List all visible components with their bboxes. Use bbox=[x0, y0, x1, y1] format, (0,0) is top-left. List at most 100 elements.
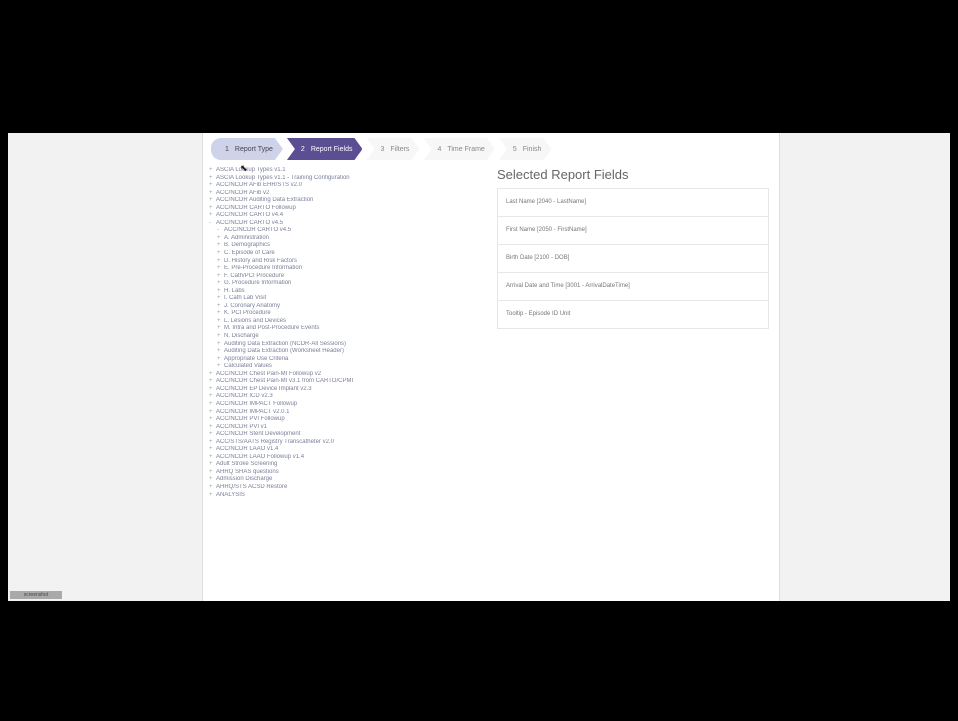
expand-icon[interactable]: + bbox=[209, 446, 216, 454]
expand-icon[interactable]: + bbox=[217, 363, 224, 371]
tree-item[interactable]: + Appropriate Use Criteria bbox=[209, 356, 489, 364]
collapse-icon[interactable]: - bbox=[209, 220, 216, 228]
expand-icon[interactable]: + bbox=[217, 348, 224, 356]
expand-icon[interactable]: + bbox=[217, 295, 224, 303]
tree-item[interactable]: + ACC/NCDR IMPACT v2.0.1 bbox=[209, 409, 489, 417]
expand-icon[interactable]: + bbox=[209, 378, 216, 386]
wizard-step-finish[interactable]: 5 Finish bbox=[499, 138, 552, 160]
tree-item[interactable]: + G. Procedure Information bbox=[209, 280, 489, 288]
tree-item[interactable]: + ASCIA Lookup Types v1.1 - Training Conf… bbox=[209, 175, 489, 183]
tree-item[interactable]: + C. Episode of Care bbox=[209, 250, 489, 258]
wizard-step-time-frame[interactable]: 4 Time Frame bbox=[423, 138, 494, 160]
expand-icon[interactable]: + bbox=[217, 265, 224, 273]
expand-icon[interactable]: + bbox=[209, 476, 216, 484]
tree-item[interactable]: + AHRQ/STS ACSD Restore bbox=[209, 484, 489, 492]
expand-icon[interactable]: + bbox=[217, 235, 224, 243]
expand-icon[interactable]: + bbox=[209, 484, 216, 492]
expand-icon[interactable]: + bbox=[209, 182, 216, 190]
tree-item[interactable]: + L. Lesions and Devices bbox=[209, 318, 489, 326]
tree-item[interactable]: + ACC/NCDR AFib EHR/STS v2.0 bbox=[209, 182, 489, 190]
tree-item[interactable]: + ASCIA Lookup Types v1.1 bbox=[209, 167, 489, 175]
selected-field-item[interactable]: Tooltip - Episode ID Unit bbox=[498, 301, 768, 328]
tree-item[interactable]: + Auditing Data Extraction (Worksheet Hea… bbox=[209, 348, 489, 356]
tree-item[interactable]: + ACC/NCDR PVI Followup bbox=[209, 416, 489, 424]
tree-item[interactable]: + M. Intra and Post-Procedure Events bbox=[209, 325, 489, 333]
expand-icon[interactable]: + bbox=[209, 197, 216, 205]
tree-item[interactable]: + ACC/NCDR ICD v2.3 bbox=[209, 393, 489, 401]
wizard-step-report-fields[interactable]: 2 Report Fields bbox=[287, 138, 363, 160]
tree-item-label: ANALYSIS bbox=[216, 491, 245, 498]
tree-item[interactable]: + ACC/NCDR LAAO v1.4 bbox=[209, 446, 489, 454]
expand-icon[interactable]: + bbox=[209, 454, 216, 462]
expand-icon[interactable]: + bbox=[217, 280, 224, 288]
expand-icon[interactable]: + bbox=[217, 250, 224, 258]
step-label: Filters bbox=[390, 145, 410, 153]
tree-item[interactable]: + J. Coronary Anatomy bbox=[209, 303, 489, 311]
tree-item[interactable]: + ACC/NCDR IMPACT Followup bbox=[209, 401, 489, 409]
tree-item[interactable]: + H. Labs bbox=[209, 288, 489, 296]
selected-field-item[interactable]: Last Name [2040 - LastName] bbox=[498, 189, 768, 217]
expand-icon[interactable]: + bbox=[209, 492, 216, 500]
tree-item[interactable]: - ACC/NCDR CARTO v4.5 bbox=[209, 227, 489, 235]
tree-item[interactable]: + Auditing Data Extraction (NCDR-All Sess… bbox=[209, 341, 489, 349]
tree-item[interactable]: + ACC/NCDR PVI v1 bbox=[209, 424, 489, 432]
tree-item[interactable]: + Admission Discharge bbox=[209, 476, 489, 484]
expand-icon[interactable]: + bbox=[217, 310, 224, 318]
expand-icon[interactable]: + bbox=[217, 258, 224, 266]
tree-item[interactable]: + N. Discharge bbox=[209, 333, 489, 341]
expand-icon[interactable]: + bbox=[217, 288, 224, 296]
expand-icon[interactable]: + bbox=[209, 431, 216, 439]
expand-icon[interactable]: + bbox=[209, 439, 216, 447]
expand-icon[interactable]: + bbox=[209, 424, 216, 432]
tree-item[interactable]: + Calculated Values bbox=[209, 363, 489, 371]
tree-item[interactable]: + AHRQ SHAS questions bbox=[209, 469, 489, 477]
tree-item[interactable]: + ACC/STS/AATS Registry Transcatheter v2.… bbox=[209, 439, 489, 447]
tree-item[interactable]: + Adult Stroke Screening bbox=[209, 461, 489, 469]
expand-icon[interactable]: + bbox=[209, 167, 216, 175]
expand-icon[interactable]: + bbox=[217, 325, 224, 333]
tree-item[interactable]: + D. History and Risk Factors bbox=[209, 258, 489, 266]
tree-item[interactable]: + ACC/NCDR CARTO v4.4 bbox=[209, 212, 489, 220]
tree-item[interactable]: + A. Administration bbox=[209, 235, 489, 243]
tree-item[interactable]: + ACC/NCDR EP Device Implant v2.3 bbox=[209, 386, 489, 394]
expand-icon[interactable]: + bbox=[217, 341, 224, 349]
tree-item[interactable]: + ACC/NCDR Chest Pain-MI Followup v2 bbox=[209, 371, 489, 379]
tree-item[interactable]: + ACC/NCDR LAAO Followup v1.4 bbox=[209, 454, 489, 462]
expand-icon[interactable]: + bbox=[209, 371, 216, 379]
tree-item[interactable]: + ACC/NCDR Auditing Data Extraction bbox=[209, 197, 489, 205]
expand-icon[interactable]: + bbox=[209, 212, 216, 220]
tree-item[interactable]: + ACC/NCDR Stent Development bbox=[209, 431, 489, 439]
expand-icon[interactable]: + bbox=[209, 461, 216, 469]
expand-icon[interactable]: + bbox=[217, 303, 224, 311]
tree-item[interactable]: + ANALYSIS bbox=[209, 492, 489, 500]
expand-icon[interactable]: + bbox=[209, 409, 216, 417]
tree-item[interactable]: + F. Cath/PCI Procedure bbox=[209, 273, 489, 281]
tree-item[interactable]: + I. Cath Lab Visit bbox=[209, 295, 489, 303]
selected-field-item[interactable]: Birth Date [2100 - DOB] bbox=[498, 245, 768, 273]
expand-icon[interactable]: + bbox=[217, 333, 224, 341]
tree-item[interactable]: + E. Pre-Procedure Information bbox=[209, 265, 489, 273]
expand-icon[interactable]: + bbox=[217, 356, 224, 364]
collapse-icon[interactable]: - bbox=[217, 227, 224, 235]
wizard-step-filters[interactable]: 3 Filters bbox=[366, 138, 419, 160]
expand-icon[interactable]: + bbox=[217, 273, 224, 281]
expand-icon[interactable]: + bbox=[209, 469, 216, 477]
expand-icon[interactable]: + bbox=[209, 416, 216, 424]
expand-icon[interactable]: + bbox=[209, 205, 216, 213]
selected-field-item[interactable]: First Name [2050 - FirstName] bbox=[498, 217, 768, 245]
expand-icon[interactable]: + bbox=[217, 242, 224, 250]
expand-icon[interactable]: + bbox=[209, 393, 216, 401]
tree-item[interactable]: + ACC/NCDR Chest Pain-MI v3.1 from CARTO/… bbox=[209, 378, 489, 386]
wizard-step-report-type[interactable]: 1 Report Type bbox=[211, 138, 283, 160]
expand-icon[interactable]: + bbox=[209, 386, 216, 394]
expand-icon[interactable]: + bbox=[209, 175, 216, 183]
expand-icon[interactable]: + bbox=[217, 318, 224, 326]
tree-item[interactable]: + B. Demographics bbox=[209, 242, 489, 250]
tree-item[interactable]: + K. PCI Procedure bbox=[209, 310, 489, 318]
expand-icon[interactable]: + bbox=[209, 190, 216, 198]
tree-item[interactable]: + ACC/NCDR CARTO Followup bbox=[209, 205, 489, 213]
tree-item[interactable]: + ACC/NCDR AFib v2 bbox=[209, 190, 489, 198]
selected-field-item[interactable]: Arrival Date and Time [3001 - ArrivalDat… bbox=[498, 273, 768, 301]
tree-item[interactable]: - ACC/NCDR CARTO v4.5 bbox=[209, 220, 489, 228]
expand-icon[interactable]: + bbox=[209, 401, 216, 409]
